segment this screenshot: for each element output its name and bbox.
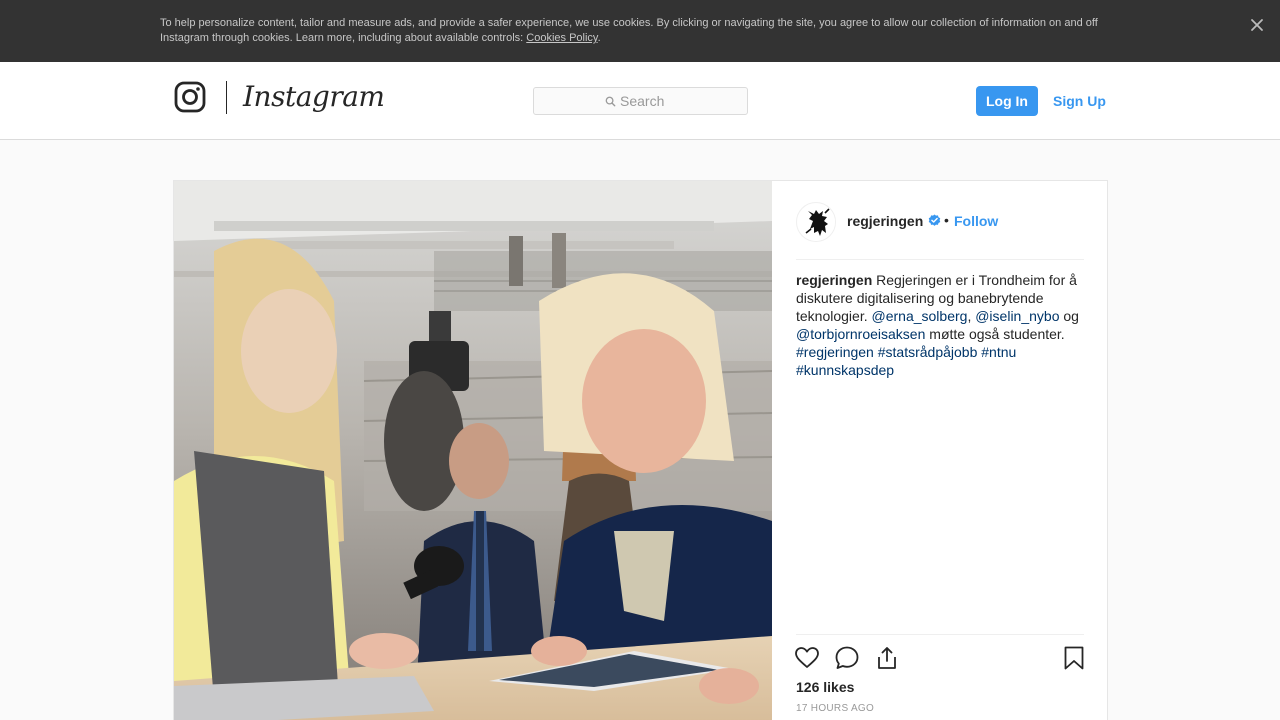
divider: [796, 259, 1084, 260]
instagram-wordmark[interactable]: Instagram: [243, 80, 385, 113]
heart-icon[interactable]: [794, 645, 820, 671]
instagram-camera-icon[interactable]: [174, 81, 206, 113]
share-icon[interactable]: [874, 645, 900, 671]
log-in-button[interactable]: Log In: [976, 86, 1038, 116]
author-username[interactable]: regjeringen: [847, 213, 923, 229]
hashtag-kunnskapsdep[interactable]: #kunnskapsdep: [796, 362, 894, 378]
bookmark-icon[interactable]: [1061, 645, 1087, 671]
post-timestamp[interactable]: 17 hours ago: [796, 703, 874, 714]
verified-badge-icon: [928, 214, 941, 226]
separator-dot: •: [944, 212, 949, 228]
post-sidebar: regjeringen • Follow regjeringen Regjeri…: [772, 181, 1108, 720]
close-icon[interactable]: [1249, 17, 1265, 33]
cookies-policy-link[interactable]: Cookies Policy: [526, 32, 597, 44]
hashtag-statsradpajobb[interactable]: #statsrådpåjobb: [878, 344, 978, 360]
top-header: Instagram Log In Sign Up: [0, 62, 1280, 140]
photo-people-at-laptop: [174, 181, 772, 720]
comment-icon[interactable]: [834, 645, 860, 671]
post-card: regjeringen • Follow regjeringen Regjeri…: [173, 180, 1108, 720]
post-photo[interactable]: [174, 181, 772, 720]
mention-torbjornroeisaksen[interactable]: @torbjornroeisaksen: [796, 326, 925, 342]
likes-count[interactable]: 126 likes: [796, 679, 854, 695]
hashtag-regjeringen[interactable]: #regjeringen: [796, 344, 874, 360]
caption-username[interactable]: regjeringen: [796, 272, 872, 288]
search-box[interactable]: [533, 87, 748, 115]
logo-divider: [226, 81, 227, 114]
hashtag-ntnu[interactable]: #ntnu: [981, 344, 1016, 360]
cookie-banner-text: To help personalize content, tailor and …: [160, 17, 1098, 44]
search-icon: [605, 96, 616, 107]
mention-iselin-nybo[interactable]: @iselin_nybo: [975, 308, 1059, 324]
search-input[interactable]: [620, 88, 740, 114]
cookie-banner: To help personalize content, tailor and …: [0, 0, 1280, 62]
sign-up-link[interactable]: Sign Up: [1053, 93, 1106, 109]
post-caption: regjeringen Regjeringen er i Trondheim f…: [796, 272, 1079, 378]
divider: [796, 634, 1084, 635]
lion-crest-icon: [798, 204, 835, 241]
author-avatar[interactable]: [796, 202, 836, 242]
follow-button[interactable]: Follow: [954, 213, 998, 229]
mention-erna-solberg[interactable]: @erna_solberg: [872, 308, 968, 324]
